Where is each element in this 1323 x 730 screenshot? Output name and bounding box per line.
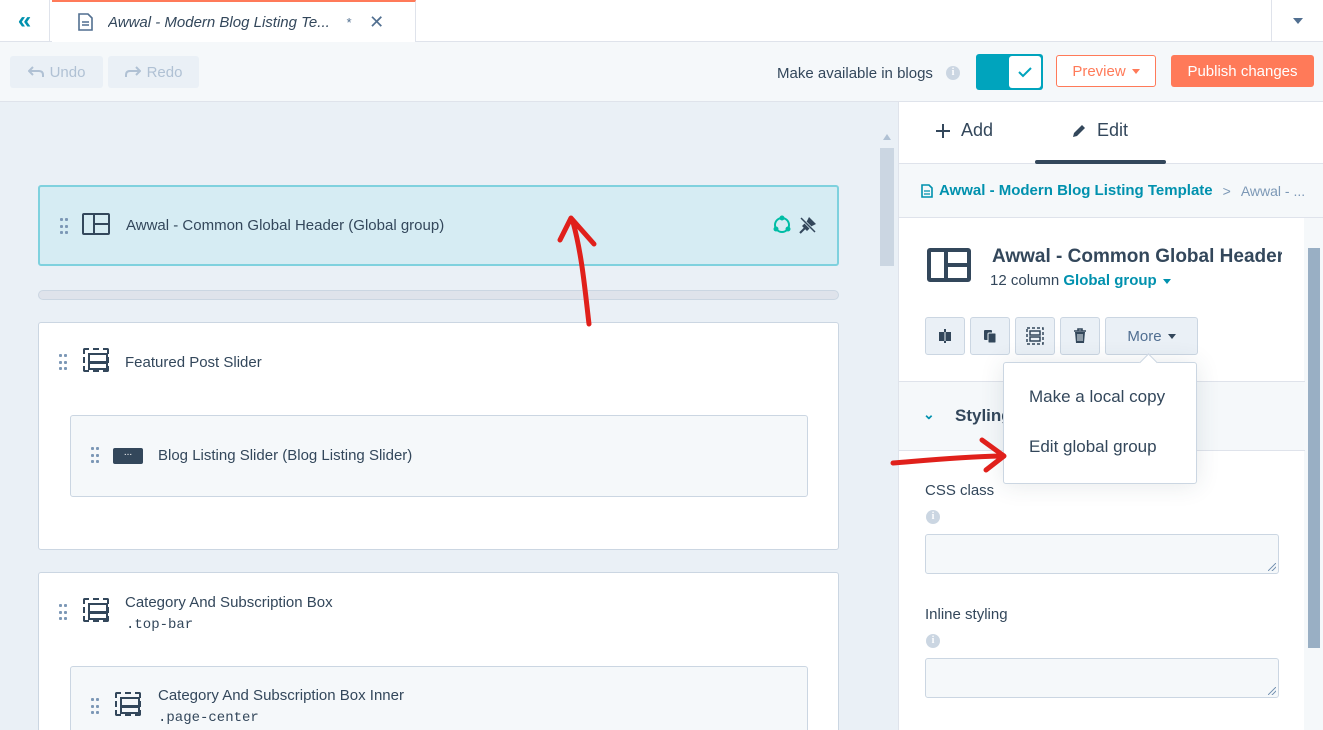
- inline-styling-input[interactable]: [925, 658, 1279, 698]
- drag-handle-icon[interactable]: [91, 447, 99, 465]
- undo-icon: [27, 66, 44, 77]
- more-dropdown-menu: Make a local copy Edit global group: [1003, 362, 1197, 484]
- file-tab-title: Awwal - Modern Blog Listing Te...: [108, 13, 330, 31]
- tab-add[interactable]: Add: [935, 120, 993, 141]
- menu-item-make-local-copy[interactable]: Make a local copy: [1029, 387, 1165, 407]
- chevron-down-icon: [1292, 18, 1303, 24]
- editor-tab-bar: « Awwal - Modern Blog Listing Te... * ✕: [0, 0, 1323, 42]
- tab-edit[interactable]: Edit: [1071, 120, 1128, 141]
- blog-listing-slider-module[interactable]: ... Blog Listing Slider (Blog Listing Sl…: [70, 415, 808, 497]
- pencil-icon: [1073, 124, 1085, 137]
- breadcrumb-separator: >: [1222, 182, 1231, 199]
- caret-down-icon: [1162, 278, 1171, 284]
- plus-icon: [936, 123, 950, 138]
- row-icon: [83, 598, 109, 622]
- drag-handle-icon[interactable]: [59, 354, 67, 372]
- check-icon: [1009, 56, 1041, 88]
- unsaved-indicator: *: [346, 14, 352, 30]
- more-label: More: [1127, 327, 1162, 345]
- drag-handle-icon[interactable]: [59, 604, 67, 622]
- document-icon: [921, 183, 933, 198]
- redo-label: Redo: [146, 63, 183, 81]
- tabs-dropdown-button[interactable]: [1271, 0, 1323, 42]
- redo-button[interactable]: Redo: [108, 56, 199, 88]
- module-subtitle: 12 column Global group: [990, 272, 1171, 289]
- category-subscription-class: .top-bar: [126, 617, 194, 633]
- tab-add-label: Add: [961, 120, 994, 140]
- global-header-icon: [82, 213, 110, 235]
- tab-edit-label: Edit: [1097, 120, 1129, 140]
- delete-button[interactable]: [1060, 317, 1100, 355]
- category-subscription-inner-label: Category And Subscription Box Inner: [158, 687, 404, 704]
- make-available-label: Make available in blogs: [777, 65, 933, 82]
- inline-styling-label: Inline styling: [925, 606, 1008, 623]
- publish-changes-button[interactable]: Publish changes: [1171, 55, 1314, 87]
- global-header-icon: [927, 248, 971, 282]
- drag-handle-icon[interactable]: [91, 698, 99, 716]
- breadcrumb: Awwal - Modern Blog Listing Template > A…: [899, 164, 1323, 218]
- wrap-icon: [1026, 327, 1044, 345]
- scroll-up-icon[interactable]: [883, 134, 891, 140]
- undo-button[interactable]: Undo: [10, 56, 103, 88]
- global-header-label: Awwal - Common Global Header (Global gro…: [126, 217, 445, 234]
- global-group-link[interactable]: Global group: [1063, 272, 1156, 289]
- category-subscription-inner-class: .page-center: [158, 710, 259, 726]
- slider-module-icon: ...: [113, 448, 143, 464]
- more-button[interactable]: More: [1105, 317, 1198, 355]
- double-chevron-left-icon: «: [17, 7, 32, 34]
- duplicate-icon: [984, 330, 997, 344]
- scrollbar-thumb[interactable]: [1308, 248, 1320, 648]
- breadcrumb-current: Awwal - ...: [1240, 182, 1306, 199]
- canvas-scrollbar[interactable]: [878, 102, 898, 730]
- row-icon: [83, 348, 109, 372]
- breadcrumb-template-link[interactable]: Awwal - Modern Blog Listing Template: [939, 182, 1213, 199]
- category-subscription-inner-row[interactable]: Category And Subscription Box Inner .pag…: [70, 666, 808, 730]
- clone-button[interactable]: [925, 317, 965, 355]
- trash-icon: [1074, 328, 1086, 343]
- make-available-toggle[interactable]: [976, 54, 1043, 90]
- duplicate-button[interactable]: [970, 317, 1010, 355]
- global-header-module[interactable]: Awwal - Common Global Header (Global gro…: [38, 185, 839, 266]
- info-icon[interactable]: i: [946, 66, 960, 80]
- module-title: Awwal - Common Global Header: [992, 246, 1282, 267]
- publish-label: Publish changes: [1187, 62, 1298, 80]
- featured-post-slider-row[interactable]: Featured Post Slider ... Blog Listing Sl…: [38, 322, 839, 550]
- redo-icon: [124, 66, 141, 77]
- document-icon: [78, 13, 93, 31]
- module-columns: 12 column: [990, 272, 1060, 289]
- preview-button[interactable]: Preview: [1056, 55, 1156, 87]
- unpin-icon[interactable]: [798, 215, 818, 235]
- category-subscription-row[interactable]: Category And Subscription Box .top-bar C…: [38, 572, 839, 730]
- drag-handle-icon[interactable]: [60, 218, 68, 236]
- sync-icon[interactable]: [772, 215, 792, 235]
- close-tab-icon[interactable]: ✕: [369, 12, 384, 33]
- caret-down-icon: [1167, 333, 1176, 339]
- collapse-sidebar-button[interactable]: «: [0, 0, 50, 42]
- preview-label: Preview: [1072, 62, 1126, 80]
- css-class-label: CSS class: [925, 482, 995, 499]
- file-tab[interactable]: Awwal - Modern Blog Listing Te... * ✕: [52, 0, 416, 42]
- clone-icon: [939, 329, 951, 343]
- scrollbar-thumb[interactable]: [880, 148, 894, 266]
- css-class-input[interactable]: [925, 534, 1279, 574]
- info-icon[interactable]: i: [926, 634, 940, 648]
- menu-item-edit-global-group[interactable]: Edit global group: [1029, 437, 1157, 457]
- category-subscription-label: Category And Subscription Box: [125, 594, 333, 611]
- undo-label: Undo: [49, 63, 86, 81]
- blog-listing-slider-label: Blog Listing Slider (Blog Listing Slider…: [158, 447, 413, 464]
- featured-post-slider-label: Featured Post Slider: [125, 354, 262, 371]
- info-icon[interactable]: i: [926, 510, 940, 524]
- drop-zone-bar: [38, 290, 839, 300]
- sidebar-scrollbar[interactable]: [1304, 218, 1323, 730]
- chevron-down-icon: ⌄: [923, 406, 935, 422]
- caret-down-icon: [1131, 68, 1140, 74]
- wrap-button[interactable]: [1015, 317, 1055, 355]
- row-icon: [115, 692, 141, 716]
- sidebar-tabs: Add Edit: [899, 102, 1323, 164]
